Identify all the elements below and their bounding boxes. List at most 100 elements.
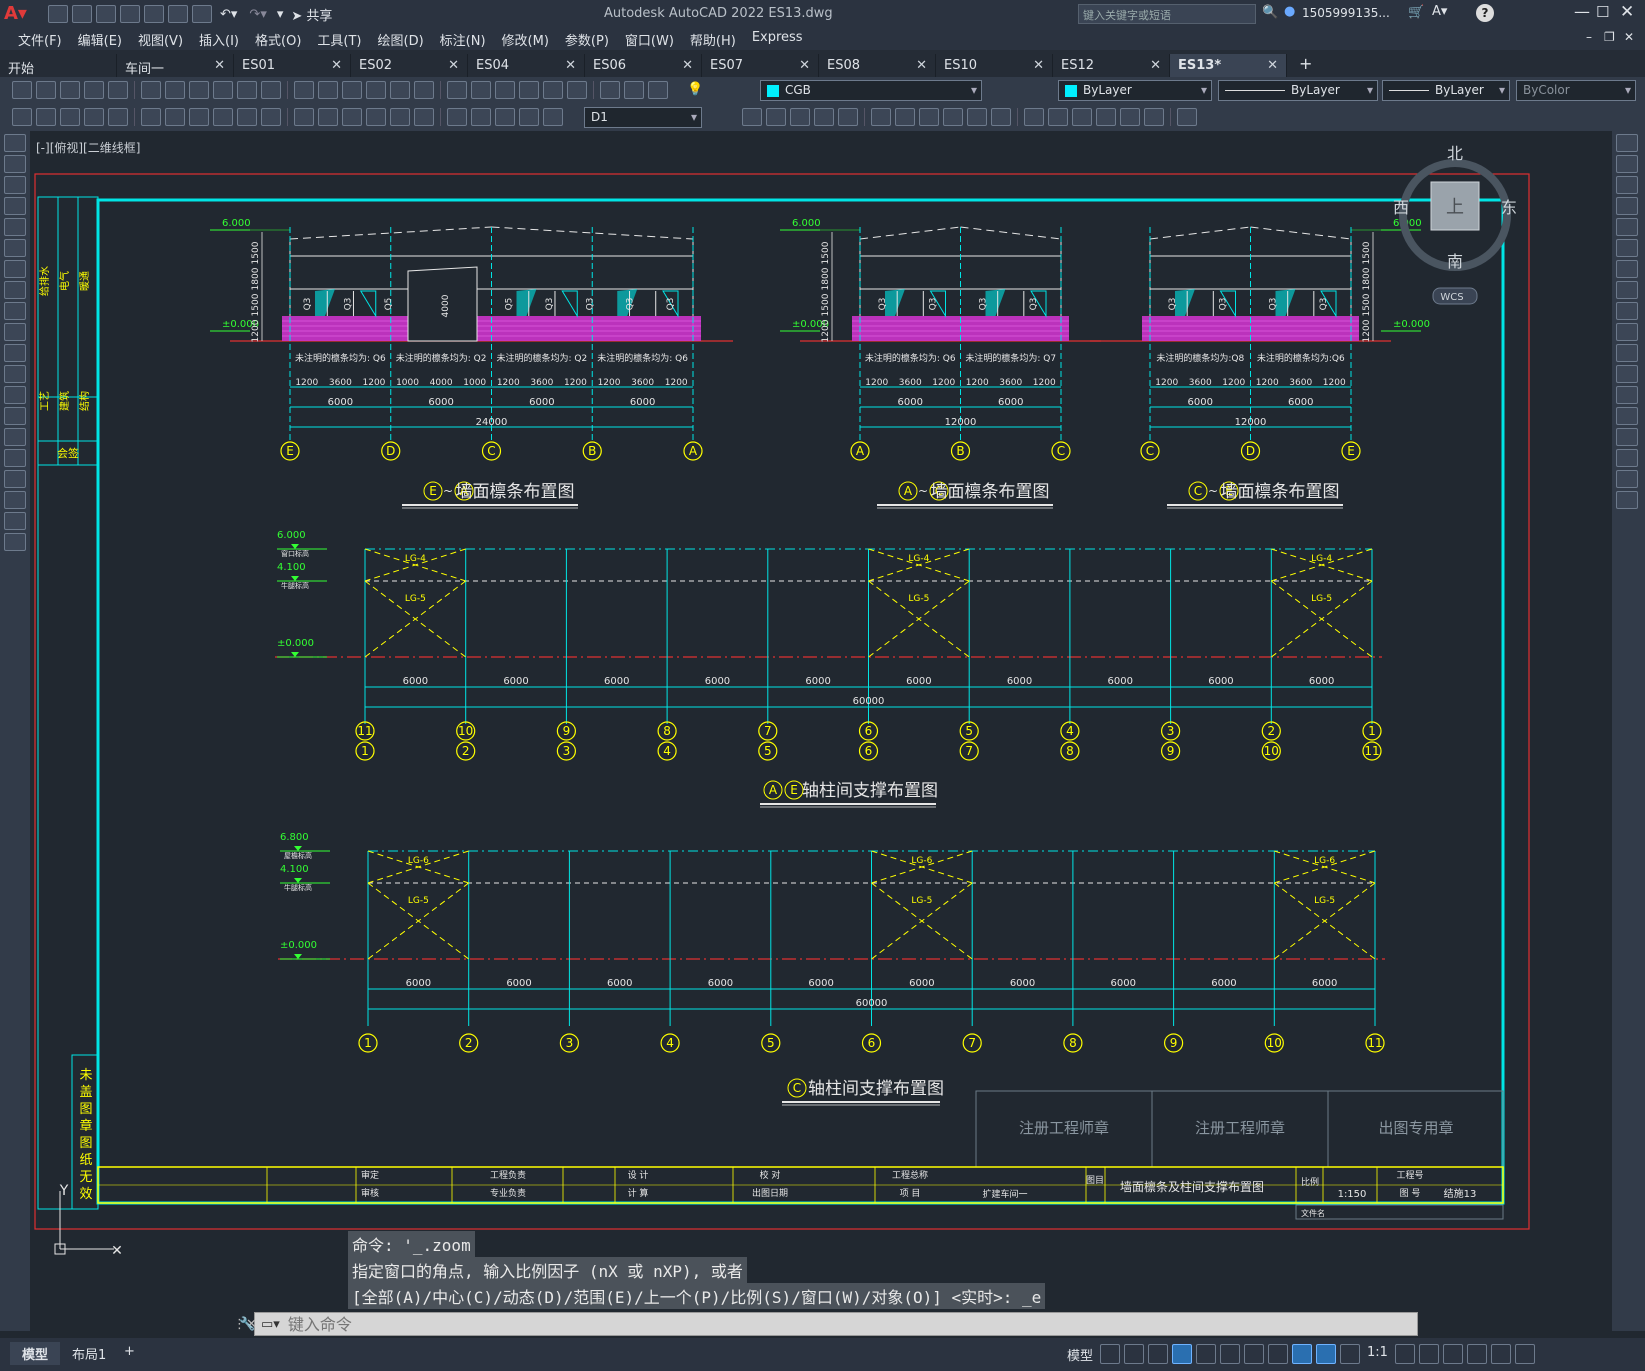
- file-tab-2[interactable]: ES01 ✕: [234, 54, 351, 77]
- isodraft-icon[interactable]: [1196, 1344, 1217, 1364]
- draw-tool-icon-4[interactable]: [4, 218, 26, 236]
- menu-item-1[interactable]: 编辑(E): [70, 30, 130, 49]
- dimension-tool-icon-1[interactable]: [36, 108, 56, 126]
- dimension-tool-icon-17[interactable]: [447, 108, 467, 126]
- modify-tool-icon-4[interactable]: [1616, 218, 1638, 236]
- isolate-icon[interactable]: [1442, 1344, 1463, 1364]
- standard-tool-icon-9[interactable]: [237, 81, 257, 99]
- tab-close-icon[interactable]: ✕: [916, 58, 927, 73]
- draw-tool-icon-19[interactable]: [4, 533, 26, 551]
- redo-icon[interactable]: ↷▾: [249, 7, 266, 22]
- tab-close-icon[interactable]: ✕: [799, 58, 810, 73]
- dimension-tool-icon-3[interactable]: [84, 108, 104, 126]
- dimension-tool-icon-11[interactable]: [294, 108, 314, 126]
- draw-tool-icon-17[interactable]: [4, 491, 26, 509]
- dimension-tool-icon-16[interactable]: [414, 108, 434, 126]
- dimension-tool-icon-14[interactable]: [366, 108, 386, 126]
- draw-tool-icon-6[interactable]: [4, 260, 26, 278]
- search-box[interactable]: 键入关键字或短语: [1078, 4, 1256, 24]
- model-space-button[interactable]: 模型: [1063, 1342, 1097, 1366]
- object-tool-icon-12[interactable]: [1048, 108, 1068, 126]
- draw-tool-icon-5[interactable]: [4, 239, 26, 257]
- standard-tool-icon-2[interactable]: [60, 81, 80, 99]
- doc-close-icon[interactable]: ✕: [1624, 30, 1634, 44]
- modify-tool-icon-10[interactable]: [1616, 344, 1638, 362]
- dimension-tool-icon-0[interactable]: [12, 108, 32, 126]
- draw-tool-icon-9[interactable]: [4, 323, 26, 341]
- auto-scale-icon[interactable]: [1340, 1344, 1361, 1364]
- hardware-accel-icon[interactable]: [1466, 1344, 1487, 1364]
- ortho-icon[interactable]: [1148, 1344, 1169, 1364]
- osnap-icon[interactable]: [1220, 1344, 1241, 1364]
- clean-screen-icon[interactable]: [1490, 1344, 1511, 1364]
- standard-tool-icon-23[interactable]: [600, 81, 620, 99]
- menu-item-9[interactable]: 参数(P): [557, 30, 617, 49]
- close-icon[interactable]: ✕: [1620, 2, 1634, 22]
- modify-tool-icon-6[interactable]: [1616, 260, 1638, 278]
- dimension-tool-icon-12[interactable]: [318, 108, 338, 126]
- draw-tool-icon-18[interactable]: [4, 512, 26, 530]
- standard-tool-icon-0[interactable]: [12, 81, 32, 99]
- new-layout-icon[interactable]: +: [124, 1344, 135, 1359]
- menu-item-6[interactable]: 绘图(D): [370, 30, 432, 49]
- standard-tool-icon-10[interactable]: [261, 81, 281, 99]
- standard-tool-icon-24[interactable]: [624, 81, 644, 99]
- doc-restore-icon[interactable]: ❐: [1604, 30, 1615, 44]
- object-tool-icon-6[interactable]: [895, 108, 915, 126]
- object-tool-icon-11[interactable]: [1024, 108, 1044, 126]
- modify-tool-icon-17[interactable]: [1616, 491, 1638, 509]
- modify-tool-icon-0[interactable]: [1616, 134, 1638, 152]
- dimstyle-dropdown[interactable]: D1: [584, 107, 702, 128]
- modify-tool-icon-13[interactable]: [1616, 407, 1638, 425]
- modify-tool-icon-14[interactable]: [1616, 428, 1638, 446]
- tab-close-icon[interactable]: ✕: [331, 58, 342, 73]
- light-bulb-icon[interactable]: 💡: [687, 82, 703, 97]
- standard-tool-icon-12[interactable]: [318, 81, 338, 99]
- annotation-scale[interactable]: 1:1: [1363, 1342, 1392, 1366]
- modify-tool-icon-8[interactable]: [1616, 302, 1638, 320]
- file-tab-6[interactable]: ES07 ✕: [702, 54, 819, 77]
- command-recent-icon[interactable]: ▭▾: [261, 1317, 280, 1332]
- object-tool-icon-14[interactable]: [1096, 108, 1116, 126]
- tab-close-icon[interactable]: ✕: [214, 58, 225, 73]
- autodesk-a360-icon[interactable]: A▾: [1432, 4, 1447, 19]
- search-icon[interactable]: 🔍: [1262, 5, 1278, 20]
- command-input[interactable]: [287, 1314, 1188, 1334]
- lineweight-icon[interactable]: [1268, 1344, 1289, 1364]
- tab-close-icon[interactable]: ✕: [1033, 58, 1044, 73]
- object-tool-icon-1[interactable]: [766, 108, 786, 126]
- lineweight-dropdown[interactable]: ByLayer: [1382, 80, 1510, 101]
- modify-tool-icon-12[interactable]: [1616, 386, 1638, 404]
- menu-item-12[interactable]: Express: [744, 30, 811, 49]
- draw-tool-icon-13[interactable]: [4, 407, 26, 425]
- draw-tool-icon-10[interactable]: [4, 344, 26, 362]
- modify-tool-icon-3[interactable]: [1616, 197, 1638, 215]
- menu-item-8[interactable]: 修改(M): [494, 30, 557, 49]
- annotation-visibility-icon[interactable]: [1316, 1344, 1337, 1364]
- plus-icon[interactable]: [1418, 1344, 1439, 1364]
- standard-tool-icon-25[interactable]: [648, 81, 668, 99]
- object-tool-icon-15[interactable]: [1120, 108, 1140, 126]
- menu-item-0[interactable]: 文件(F): [10, 30, 70, 49]
- dimension-tool-icon-18[interactable]: [471, 108, 491, 126]
- object-tool-icon-0[interactable]: [742, 108, 762, 126]
- standard-tool-icon-21[interactable]: [543, 81, 563, 99]
- standard-tool-icon-18[interactable]: [471, 81, 491, 99]
- draw-tool-icon-15[interactable]: [4, 449, 26, 467]
- object-tool-icon-5[interactable]: [871, 108, 891, 126]
- menu-item-7[interactable]: 标注(N): [432, 30, 494, 49]
- open-web-icon[interactable]: [144, 5, 164, 23]
- tab-close-icon[interactable]: ✕: [1267, 58, 1278, 73]
- object-tool-icon-7[interactable]: [919, 108, 939, 126]
- menu-item-10[interactable]: 窗口(W): [617, 30, 682, 49]
- file-tab-9[interactable]: ES12 ✕: [1053, 54, 1170, 77]
- dimension-tool-icon-9[interactable]: [237, 108, 257, 126]
- dimension-tool-icon-2[interactable]: [60, 108, 80, 126]
- object-tool-icon-10[interactable]: [991, 108, 1011, 126]
- standard-tool-icon-1[interactable]: [36, 81, 56, 99]
- layer-dropdown[interactable]: CGB: [760, 80, 982, 101]
- workspace-gear-icon[interactable]: [1394, 1344, 1415, 1364]
- draw-tool-icon-12[interactable]: [4, 386, 26, 404]
- save-as-icon[interactable]: [120, 5, 140, 23]
- file-tab-3[interactable]: ES02 ✕: [351, 54, 468, 77]
